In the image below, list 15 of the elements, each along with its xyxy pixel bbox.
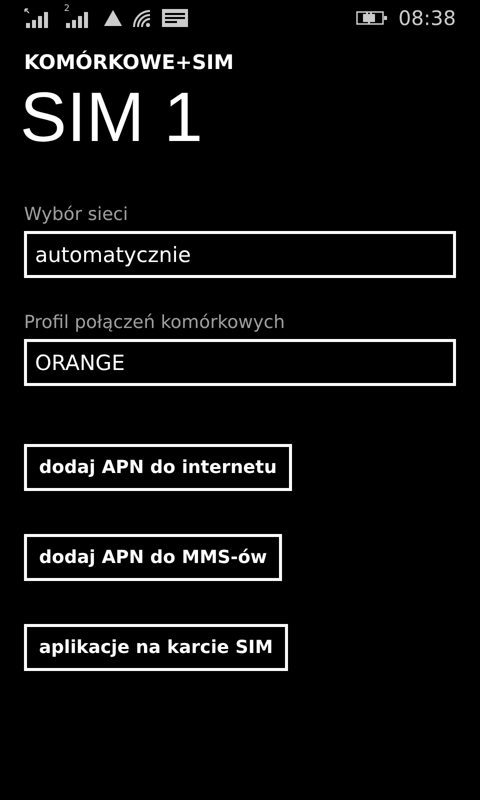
message-icon: [162, 9, 188, 27]
action-button[interactable]: dodaj APN do internetu: [24, 444, 292, 491]
clock-time: 08:38: [398, 6, 456, 30]
sim-number: 2: [64, 5, 70, 14]
picker-field[interactable]: automatycznie: [24, 231, 456, 278]
app-title: KOMÓRKOWE+SIM: [24, 50, 235, 74]
picker-field[interactable]: ORANGE: [24, 339, 456, 386]
action-button[interactable]: dodaj APN do MMS-ów: [24, 534, 282, 581]
data-connection-icon: [104, 10, 122, 26]
action-button[interactable]: aplikacje na karcie SIM: [24, 624, 288, 671]
battery-charging-icon: [356, 11, 388, 25]
page-title: SIM 1: [20, 82, 204, 152]
field-label: Wybór sieci: [24, 204, 130, 225]
field-label: Profil połączeń komórkowych: [24, 312, 286, 333]
wifi-icon: [132, 9, 152, 27]
